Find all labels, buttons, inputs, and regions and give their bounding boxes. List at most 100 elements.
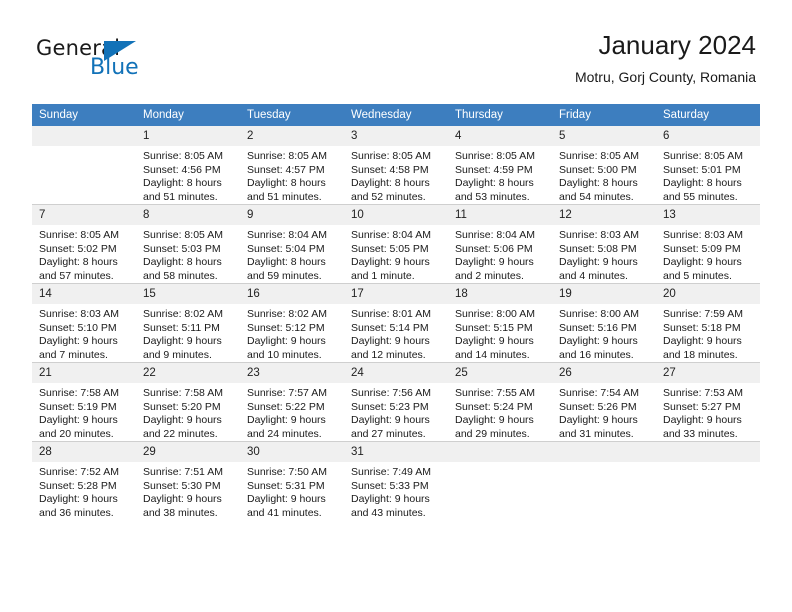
- calendar-day-cell[interactable]: 10 Sunrise: 8:04 AM Sunset: 5:05 PM Dayligh…: [344, 204, 448, 284]
- title-block: January 2024 Motru, Gorj County, Romania: [575, 29, 756, 87]
- sunset-text: Sunset: 5:12 PM: [247, 321, 325, 334]
- daylight-text: and 22 minutes.: [143, 427, 218, 440]
- sunset-text: Sunset: 5:18 PM: [663, 321, 741, 334]
- calendar-week-row: 7 Sunrise: 8:05 AM Sunset: 5:02 PM Daylight…: [32, 204, 760, 284]
- calendar-day-cell[interactable]: 27 Sunrise: 7:53 AM Sunset: 5:27 PM Dayligh…: [656, 362, 760, 442]
- day-number: 20: [656, 284, 760, 304]
- sunset-text: Sunset: 5:14 PM: [351, 321, 429, 334]
- day-details: Sunrise: 8:05 AM Sunset: 5:02 PM Daylight:…: [32, 225, 136, 283]
- day-details: Sunrise: 8:00 AM Sunset: 5:16 PM Daylight:…: [552, 304, 656, 362]
- day-details: Sunrise: 7:58 AM Sunset: 5:19 PM Daylight:…: [32, 383, 136, 441]
- calendar-day-cell[interactable]: 12 Sunrise: 8:03 AM Sunset: 5:08 PM Dayligh…: [552, 204, 656, 284]
- calendar-day-cell[interactable]: 9 Sunrise: 8:04 AM Sunset: 5:04 PM Daylight…: [240, 204, 344, 284]
- daylight-text: and 16 minutes.: [559, 348, 634, 361]
- calendar-day-cell[interactable]: 21 Sunrise: 7:58 AM Sunset: 5:19 PM Dayligh…: [32, 362, 136, 442]
- day-details: Sunrise: 8:03 AM Sunset: 5:09 PM Daylight:…: [656, 225, 760, 283]
- daylight-text: Daylight: 8 hours: [663, 177, 742, 189]
- daylight-text: Daylight: 8 hours: [455, 177, 534, 189]
- sunrise-text: Sunrise: 8:05 AM: [455, 150, 535, 162]
- calendar-day-cell[interactable]: 15 Sunrise: 8:02 AM Sunset: 5:11 PM Dayligh…: [136, 283, 240, 363]
- day-number: 5: [552, 126, 656, 146]
- calendar-day-cell[interactable]: 7 Sunrise: 8:05 AM Sunset: 5:02 PM Daylight…: [32, 204, 136, 284]
- calendar-day-cell[interactable]: 29 Sunrise: 7:51 AM Sunset: 5:30 PM Dayligh…: [136, 441, 240, 520]
- daylight-text: and 54 minutes.: [559, 190, 634, 203]
- calendar-day-cell[interactable]: 1 Sunrise: 8:05 AM Sunset: 4:56 PM Daylight…: [136, 126, 240, 205]
- calendar-day-cell[interactable]: 31 Sunrise: 7:49 AM Sunset: 5:33 PM Dayligh…: [344, 441, 448, 520]
- sunrise-text: Sunrise: 8:03 AM: [663, 229, 743, 241]
- page-title: January 2024: [598, 30, 756, 60]
- calendar-day-cell[interactable]: 13 Sunrise: 8:03 AM Sunset: 5:09 PM Dayligh…: [656, 204, 760, 284]
- calendar-day-cell[interactable]: 20 Sunrise: 7:59 AM Sunset: 5:18 PM Dayligh…: [656, 283, 760, 363]
- calendar-day-cell[interactable]: 6 Sunrise: 8:05 AM Sunset: 5:01 PM Daylight…: [656, 126, 760, 205]
- daylight-text: Daylight: 9 hours: [143, 335, 222, 347]
- calendar-day-cell[interactable]: 18 Sunrise: 8:00 AM Sunset: 5:15 PM Dayligh…: [448, 283, 552, 363]
- calendar-day-cell[interactable]: 30 Sunrise: 7:50 AM Sunset: 5:31 PM Dayligh…: [240, 441, 344, 520]
- sunset-text: Sunset: 5:15 PM: [455, 321, 533, 334]
- daylight-text: Daylight: 9 hours: [143, 414, 222, 426]
- general-blue-logo[interactable]: General Blue: [36, 36, 236, 84]
- day-details: Sunrise: 8:05 AM Sunset: 4:59 PM Daylight:…: [448, 146, 552, 204]
- calendar-day-cell[interactable]: 25 Sunrise: 7:55 AM Sunset: 5:24 PM Dayligh…: [448, 362, 552, 442]
- calendar-day-cell[interactable]: 16 Sunrise: 8:02 AM Sunset: 5:12 PM Dayligh…: [240, 283, 344, 363]
- day-number: 26: [552, 363, 656, 383]
- sunset-text: Sunset: 5:03 PM: [143, 242, 221, 255]
- sunset-text: Sunset: 5:01 PM: [663, 163, 741, 176]
- calendar-day-cell[interactable]: 14 Sunrise: 8:03 AM Sunset: 5:10 PM Dayligh…: [32, 283, 136, 363]
- calendar-day-cell[interactable]: 22 Sunrise: 7:58 AM Sunset: 5:20 PM Dayligh…: [136, 362, 240, 442]
- day-number: 17: [344, 284, 448, 304]
- calendar-day-cell[interactable]: 17 Sunrise: 8:01 AM Sunset: 5:14 PM Dayligh…: [344, 283, 448, 363]
- sunset-text: Sunset: 4:57 PM: [247, 163, 325, 176]
- daylight-text: and 24 minutes.: [247, 427, 322, 440]
- calendar-day-cell[interactable]: 28 Sunrise: 7:52 AM Sunset: 5:28 PM Dayligh…: [32, 441, 136, 520]
- day-details: Sunrise: 8:03 AM Sunset: 5:08 PM Daylight:…: [552, 225, 656, 283]
- sunset-text: Sunset: 5:19 PM: [39, 400, 117, 413]
- calendar-day-cell-empty: [552, 441, 656, 520]
- calendar-day-cell[interactable]: 24 Sunrise: 7:56 AM Sunset: 5:23 PM Dayligh…: [344, 362, 448, 442]
- sunrise-text: Sunrise: 8:05 AM: [559, 150, 639, 162]
- sunrise-text: Sunrise: 7:49 AM: [351, 466, 431, 478]
- calendar-day-cell[interactable]: 2 Sunrise: 8:05 AM Sunset: 4:57 PM Daylight…: [240, 126, 344, 205]
- calendar-day-cell[interactable]: 11 Sunrise: 8:04 AM Sunset: 5:06 PM Dayligh…: [448, 204, 552, 284]
- sunrise-text: Sunrise: 8:05 AM: [39, 229, 119, 241]
- sunset-text: Sunset: 5:00 PM: [559, 163, 637, 176]
- daylight-text: Daylight: 8 hours: [143, 177, 222, 189]
- sunset-text: Sunset: 5:09 PM: [663, 242, 741, 255]
- sunset-text: Sunset: 5:33 PM: [351, 479, 429, 492]
- calendar-day-cell[interactable]: 23 Sunrise: 7:57 AM Sunset: 5:22 PM Dayligh…: [240, 362, 344, 442]
- day-number: 31: [344, 442, 448, 462]
- weekday-header-wednesday: Wednesday: [344, 104, 448, 126]
- day-details: Sunrise: 7:55 AM Sunset: 5:24 PM Daylight:…: [448, 383, 552, 441]
- daylight-text: Daylight: 9 hours: [247, 493, 326, 505]
- day-details: Sunrise: 8:03 AM Sunset: 5:10 PM Daylight:…: [32, 304, 136, 362]
- day-number: 18: [448, 284, 552, 304]
- day-details: Sunrise: 8:01 AM Sunset: 5:14 PM Daylight:…: [344, 304, 448, 362]
- calendar-day-cell[interactable]: 26 Sunrise: 7:54 AM Sunset: 5:26 PM Dayligh…: [552, 362, 656, 442]
- sunset-text: Sunset: 5:30 PM: [143, 479, 221, 492]
- day-number: 6: [656, 126, 760, 146]
- day-details: Sunrise: 8:05 AM Sunset: 5:01 PM Daylight:…: [656, 146, 760, 204]
- weekday-header-thursday: Thursday: [448, 104, 552, 126]
- calendar-day-cell[interactable]: 19 Sunrise: 8:00 AM Sunset: 5:16 PM Dayligh…: [552, 283, 656, 363]
- calendar-day-cell[interactable]: 5 Sunrise: 8:05 AM Sunset: 5:00 PM Daylight…: [552, 126, 656, 205]
- daylight-text: and 1 minute.: [351, 269, 415, 282]
- daylight-text: and 29 minutes.: [455, 427, 530, 440]
- daylight-text: and 53 minutes.: [455, 190, 530, 203]
- daylight-text: Daylight: 9 hours: [663, 414, 742, 426]
- day-details: Sunrise: 7:56 AM Sunset: 5:23 PM Daylight:…: [344, 383, 448, 441]
- day-details: Sunrise: 7:52 AM Sunset: 5:28 PM Daylight:…: [32, 462, 136, 520]
- calendar-day-cell[interactable]: 3 Sunrise: 8:05 AM Sunset: 4:58 PM Daylight…: [344, 126, 448, 205]
- day-details: Sunrise: 7:54 AM Sunset: 5:26 PM Daylight:…: [552, 383, 656, 441]
- sunrise-text: Sunrise: 7:52 AM: [39, 466, 119, 478]
- daylight-text: and 5 minutes.: [663, 269, 732, 282]
- calendar-day-cell[interactable]: 8 Sunrise: 8:05 AM Sunset: 5:03 PM Daylight…: [136, 204, 240, 284]
- day-number: 24: [344, 363, 448, 383]
- sunrise-text: Sunrise: 7:58 AM: [39, 387, 119, 399]
- day-details: Sunrise: 7:51 AM Sunset: 5:30 PM Daylight:…: [136, 462, 240, 520]
- daylight-text: and 58 minutes.: [143, 269, 218, 282]
- day-number: 11: [448, 205, 552, 225]
- calendar-day-cell[interactable]: 4 Sunrise: 8:05 AM Sunset: 4:59 PM Daylight…: [448, 126, 552, 205]
- calendar-week-row: 14 Sunrise: 8:03 AM Sunset: 5:10 PM Dayligh…: [32, 283, 760, 363]
- day-number: 4: [448, 126, 552, 146]
- daylight-text: and 36 minutes.: [39, 506, 114, 519]
- sunset-text: Sunset: 5:04 PM: [247, 242, 325, 255]
